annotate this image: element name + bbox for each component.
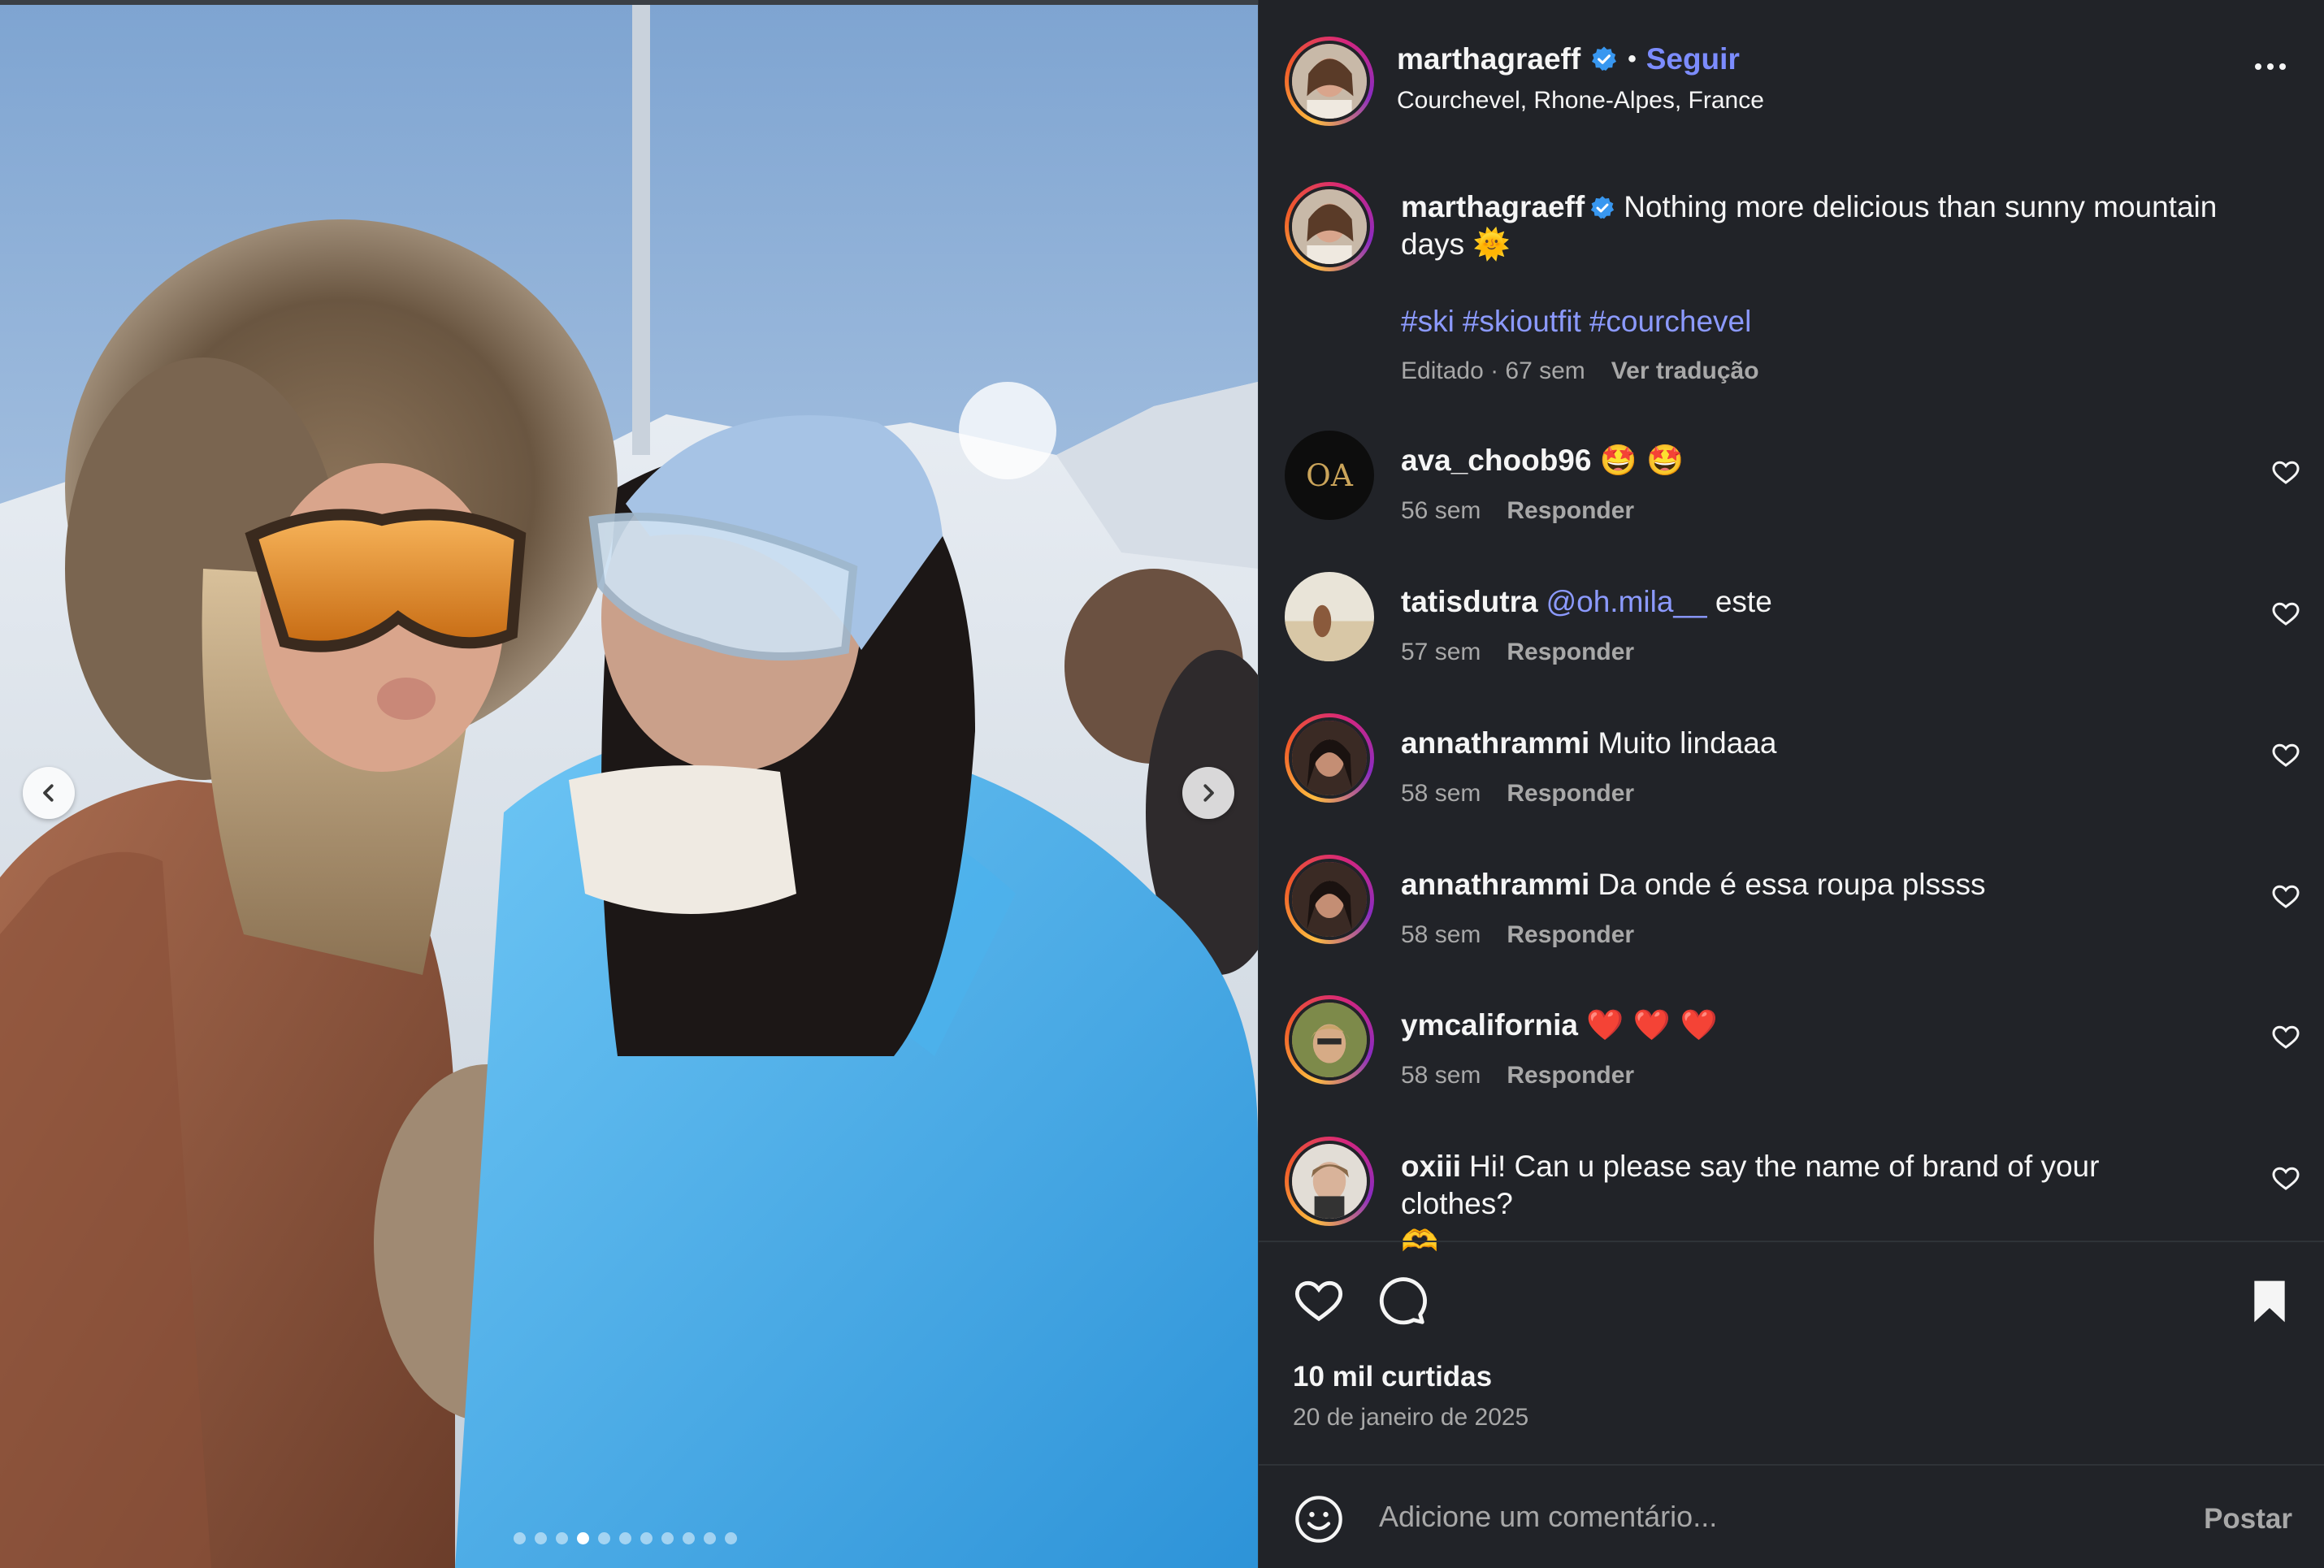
reply-button[interactable]: Responder xyxy=(1507,497,1634,525)
follow-button[interactable]: Seguir xyxy=(1646,42,1740,76)
carousel-next-button[interactable] xyxy=(1182,767,1234,819)
comment-username[interactable]: oxiii xyxy=(1401,1150,1461,1183)
carousel-dot xyxy=(640,1532,653,1544)
heart-icon[interactable] xyxy=(2271,458,2300,487)
save-button[interactable] xyxy=(2244,1276,2296,1328)
divider xyxy=(1259,1241,2324,1242)
photo-illustration xyxy=(0,0,1258,1568)
like-button[interactable] xyxy=(1293,1276,1345,1328)
chevron-left-icon xyxy=(43,784,54,802)
heart-icon[interactable] xyxy=(2271,1164,2300,1193)
comment-item: oxiii Hi! Can u please say the name of br… xyxy=(1259,1128,2324,1270)
comment-text: 🤩 🤩 xyxy=(1599,443,1684,478)
comment-mention[interactable]: @oh.mila__ xyxy=(1546,585,1707,618)
post-comment-button[interactable]: Postar xyxy=(2204,1503,2292,1536)
carousel-dot xyxy=(514,1532,526,1544)
comment-username[interactable]: annathrammi xyxy=(1401,726,1589,760)
comment-item: annathrammi Muito lindaaa 58 sem Responder xyxy=(1259,705,2324,847)
caption-text: marthagraeff Nothing more delicious than … xyxy=(1401,188,2262,263)
carousel-dot xyxy=(725,1532,737,1544)
carousel-dot xyxy=(556,1532,568,1544)
smiley-icon[interactable] xyxy=(1293,1493,1345,1545)
verified-badge-icon xyxy=(1592,46,1617,71)
reply-button[interactable]: Responder xyxy=(1507,639,1634,666)
carousel-prev-button[interactable] xyxy=(23,767,75,819)
commenter-avatar[interactable] xyxy=(1285,572,1374,661)
hashtag-skioutfit[interactable]: #skioutfit xyxy=(1463,305,1581,338)
carousel-dot xyxy=(661,1532,674,1544)
comment-item: ymcalifornia ❤️ ❤️ ❤️ 58 sem Responder xyxy=(1259,987,2324,1128)
carousel-dot xyxy=(598,1532,610,1544)
comment-item: annathrammi Da onde é essa roupa plssss 5… xyxy=(1259,847,2324,988)
author-avatar[interactable] xyxy=(1285,37,1374,126)
comment-text: Muito lindaaa xyxy=(1598,726,1777,760)
sun-emoji: 🌞 xyxy=(1472,227,1511,262)
hashtag-courchevel[interactable]: #courchevel xyxy=(1589,305,1752,338)
comment-username[interactable]: tatisdutra xyxy=(1401,585,1538,618)
comment-text: este xyxy=(1715,585,1772,618)
comment-text: ❤️ ❤️ ❤️ xyxy=(1585,1007,1718,1042)
commenter-avatar[interactable] xyxy=(1285,713,1374,803)
post-header: marthagraeff • Seguir Courchevel, Rhone-… xyxy=(1259,0,2324,154)
edited-age: Editado · 67 sem xyxy=(1401,357,1585,384)
comment-composer: Postar xyxy=(1259,1466,2324,1568)
comment-username[interactable]: ava_choob96 xyxy=(1401,444,1591,477)
post-location[interactable]: Courchevel, Rhone-Alpes, France xyxy=(1397,87,1764,115)
comment-button[interactable] xyxy=(1376,1276,1428,1328)
svg-text:OA: OA xyxy=(1306,457,1354,493)
bookmark-icon xyxy=(2254,1280,2285,1323)
comment-username[interactable]: ymcalifornia xyxy=(1401,1008,1578,1042)
comment-item: tatisdutra @oh.mila__ este 57 sem Responde… xyxy=(1259,564,2324,705)
heart-icon[interactable] xyxy=(2271,1023,2300,1052)
post-photo[interactable] xyxy=(0,0,1258,1568)
comment-age: 58 sem xyxy=(1401,780,1481,807)
comment-text: Da onde é essa roupa plssss xyxy=(1598,868,1986,901)
heart-icon xyxy=(1294,1280,1343,1322)
commenter-avatar[interactable] xyxy=(1285,855,1374,944)
caption-avatar[interactable] xyxy=(1285,182,1374,271)
carousel-dot xyxy=(535,1532,547,1544)
post-side-panel: marthagraeff • Seguir Courchevel, Rhone-… xyxy=(1258,0,2324,1568)
reply-button[interactable]: Responder xyxy=(1507,921,1634,949)
heart-icon[interactable] xyxy=(2271,741,2300,770)
caption-hashtags: #ski #skioutfit #courchevel xyxy=(1401,305,1759,339)
reply-button[interactable]: Responder xyxy=(1507,780,1634,808)
more-options-icon[interactable] xyxy=(2255,63,2286,70)
chevron-right-icon xyxy=(1203,784,1214,802)
comment-item: OA ava_choob96 🤩 🤩 56 sem Responder xyxy=(1259,422,2324,564)
carousel-dot xyxy=(619,1532,631,1544)
separator-dot: • xyxy=(1628,45,1637,72)
comment-text: Hi! Can u please say the name of brand o… xyxy=(1401,1150,2100,1220)
heart-icon[interactable] xyxy=(2271,882,2300,912)
verified-badge-icon xyxy=(1591,196,1615,219)
post-date: 20 de janeiro de 2025 xyxy=(1293,1404,1529,1431)
heart-icon[interactable] xyxy=(2271,600,2300,629)
likes-count[interactable]: 10 mil curtidas xyxy=(1293,1361,1492,1393)
reply-button[interactable]: Responder xyxy=(1507,1062,1634,1089)
hashtag-ski[interactable]: #ski xyxy=(1401,305,1455,338)
comment-age: 56 sem xyxy=(1401,497,1481,524)
commenter-avatar[interactable] xyxy=(1285,1137,1374,1226)
comment-age: 58 sem xyxy=(1401,921,1481,948)
carousel-dot xyxy=(577,1532,589,1544)
carousel-dot xyxy=(704,1532,716,1544)
see-translation-link[interactable]: Ver tradução xyxy=(1611,357,1759,385)
carousel-indicator xyxy=(514,1532,737,1544)
author-username[interactable]: marthagraeff xyxy=(1397,42,1580,76)
comment-age: 57 sem xyxy=(1401,639,1481,665)
caption-username[interactable]: marthagraeff xyxy=(1401,190,1585,223)
commenter-avatar[interactable] xyxy=(1285,995,1374,1085)
comment-input[interactable] xyxy=(1379,1490,2127,1544)
comment-bubble-icon xyxy=(1379,1277,1427,1325)
carousel-dot xyxy=(683,1532,695,1544)
post-actions xyxy=(1259,1267,2324,1332)
comment-age: 58 sem xyxy=(1401,1062,1481,1089)
commenter-avatar[interactable]: OA xyxy=(1285,431,1374,520)
comment-username[interactable]: annathrammi xyxy=(1401,868,1589,901)
